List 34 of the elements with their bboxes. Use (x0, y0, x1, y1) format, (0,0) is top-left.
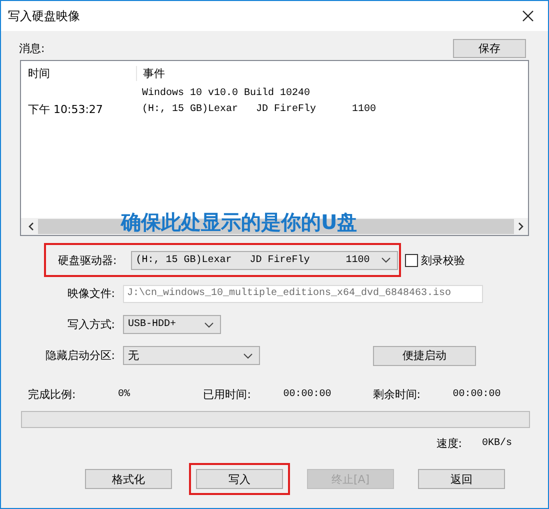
speed-label: 速度: (436, 436, 462, 450)
stat-label: 剩余时间: (372, 386, 422, 402)
image-file-field[interactable]: J:\cn_windows_10_multiple_editions_x64_dvd_6848463.iso (123, 284, 483, 302)
action-button[interactable]: 返回 (418, 469, 505, 489)
save-button[interactable]: 保存 (453, 38, 526, 58)
annotation-text: 确保此处显示的是你的U盘 (121, 209, 358, 235)
checkbox[interactable] (405, 254, 418, 266)
hidden-partition-dropdown[interactable]: 无 (123, 346, 260, 365)
stat-value: 0% (118, 388, 130, 400)
window-title: 写入硬盘映像 (8, 8, 80, 24)
write-mode-label: 写入方式: (66, 317, 116, 332)
image-file-label: 映像文件: (66, 286, 116, 301)
column-header[interactable]: 时间 (21, 66, 137, 80)
close-icon[interactable] (522, 10, 534, 22)
quick-boot-button[interactable]: 便捷启动 (373, 346, 476, 366)
stat-value: 00:00:00 (283, 388, 332, 400)
stat-label: 已用时间: (203, 386, 252, 402)
scroll-right-icon[interactable] (518, 222, 524, 231)
column-header[interactable]: 事件 (137, 66, 165, 80)
stat-label: 完成比例: (28, 386, 77, 402)
speed-value: 0KB/s (482, 438, 514, 448)
drive-dropdown[interactable]: (H:, 15 GB)Lexar JD FireFly 1100 (130, 250, 398, 270)
hidden-partition-label: 隐藏启动分区: (44, 348, 116, 363)
checkbox-label[interactable]: 刻录校验 (421, 252, 465, 268)
stat-value: 00:00:00 (452, 388, 501, 400)
log-event: (H:, 15 GB)Lexar JD FireFly 1100 (141, 104, 376, 114)
messages-label: 消息: (19, 40, 45, 56)
scroll-left-icon[interactable] (28, 222, 34, 231)
log-event: Windows 10 v10.0 Build 10240 (141, 88, 310, 98)
log-time: 下午 10:53:27 (28, 102, 103, 116)
action-button[interactable]: 格式化 (85, 469, 172, 489)
write-mode-dropdown[interactable]: USB-HDD+ (123, 315, 221, 334)
drive-label: 硬盘驱动器: (58, 252, 118, 268)
action-button[interactable]: 写入 (196, 469, 283, 489)
